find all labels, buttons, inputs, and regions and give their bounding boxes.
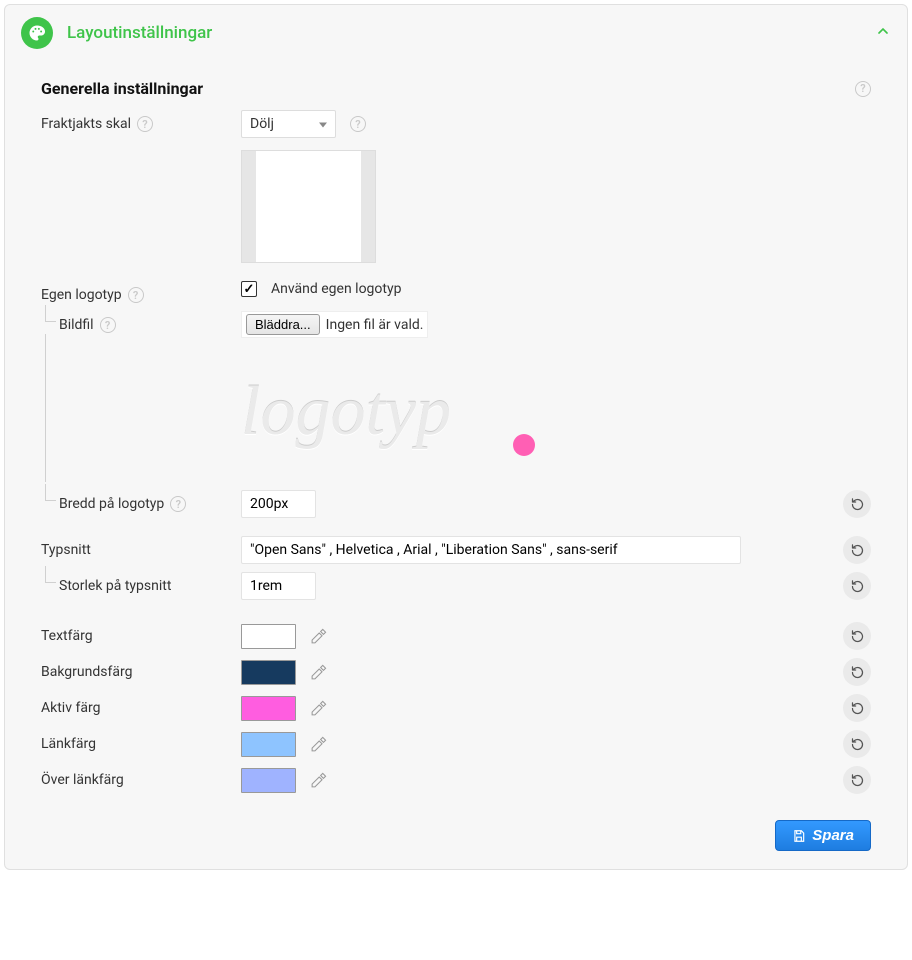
eyedropper-icon[interactable] (304, 658, 332, 686)
help-icon[interactable]: ? (137, 116, 153, 132)
logo-preview: logotyp (241, 352, 541, 482)
eyedropper-icon[interactable] (304, 730, 332, 758)
link-color-label: Länkfärg (41, 736, 96, 752)
help-icon[interactable]: ? (100, 317, 116, 333)
help-icon[interactable]: ? (170, 496, 186, 512)
shell-label: Fraktjakts skal (41, 116, 131, 132)
text-color-swatch[interactable] (241, 624, 296, 649)
font-size-input[interactable] (241, 572, 316, 600)
image-file-label: Bildfil (59, 317, 94, 333)
eyedropper-icon[interactable] (304, 766, 332, 794)
text-color-label: Textfärg (41, 628, 93, 644)
own-logo-checkbox[interactable] (241, 281, 257, 297)
hover-link-color-swatch[interactable] (241, 768, 296, 793)
own-logo-checkbox-label: Använd egen logotyp (271, 281, 401, 297)
reset-button[interactable] (843, 730, 871, 758)
save-icon (792, 829, 806, 843)
active-color-label: Aktiv färg (41, 700, 100, 716)
logo-width-label: Bredd på logotyp (59, 496, 164, 512)
reset-button[interactable] (843, 536, 871, 564)
font-input[interactable] (241, 536, 741, 564)
eyedropper-icon[interactable] (304, 694, 332, 722)
bg-color-swatch[interactable] (241, 660, 296, 685)
reset-button[interactable] (843, 572, 871, 600)
own-logo-label: Egen logotyp (41, 287, 122, 303)
section-title: Generella inställningar (41, 79, 203, 98)
panel-body: Generella inställningar ? Fraktjakts ska… (5, 61, 907, 869)
shell-preview (241, 150, 376, 263)
reset-button[interactable] (843, 622, 871, 650)
reset-button[interactable] (843, 766, 871, 794)
palette-icon (21, 17, 53, 49)
reset-button[interactable] (843, 490, 871, 518)
file-status: Ingen fil är vald. (326, 317, 424, 333)
shell-select[interactable]: Dölj (241, 110, 336, 138)
reset-button[interactable] (843, 694, 871, 722)
save-button[interactable]: Spara (775, 820, 871, 851)
help-icon[interactable]: ? (350, 116, 366, 132)
panel-header[interactable]: Layoutinställningar (5, 5, 907, 61)
logo-width-input[interactable] (241, 490, 316, 518)
layout-settings-panel: Layoutinställningar Generella inställnin… (4, 4, 908, 870)
active-color-swatch[interactable] (241, 696, 296, 721)
hover-link-color-label: Över länkfärg (41, 772, 124, 788)
chevron-up-icon[interactable] (875, 23, 891, 44)
font-size-label: Storlek på typsnitt (59, 578, 171, 594)
font-label: Typsnitt (41, 542, 91, 558)
eyedropper-icon[interactable] (304, 622, 332, 650)
help-icon[interactable]: ? (855, 81, 871, 97)
link-color-swatch[interactable] (241, 732, 296, 757)
browse-button[interactable]: Bläddra... (246, 314, 320, 335)
logo-dot-icon (513, 434, 535, 456)
reset-button[interactable] (843, 658, 871, 686)
bg-color-label: Bakgrundsfärg (41, 664, 132, 680)
help-icon[interactable]: ? (128, 287, 144, 303)
panel-title: Layoutinställningar (67, 23, 875, 43)
